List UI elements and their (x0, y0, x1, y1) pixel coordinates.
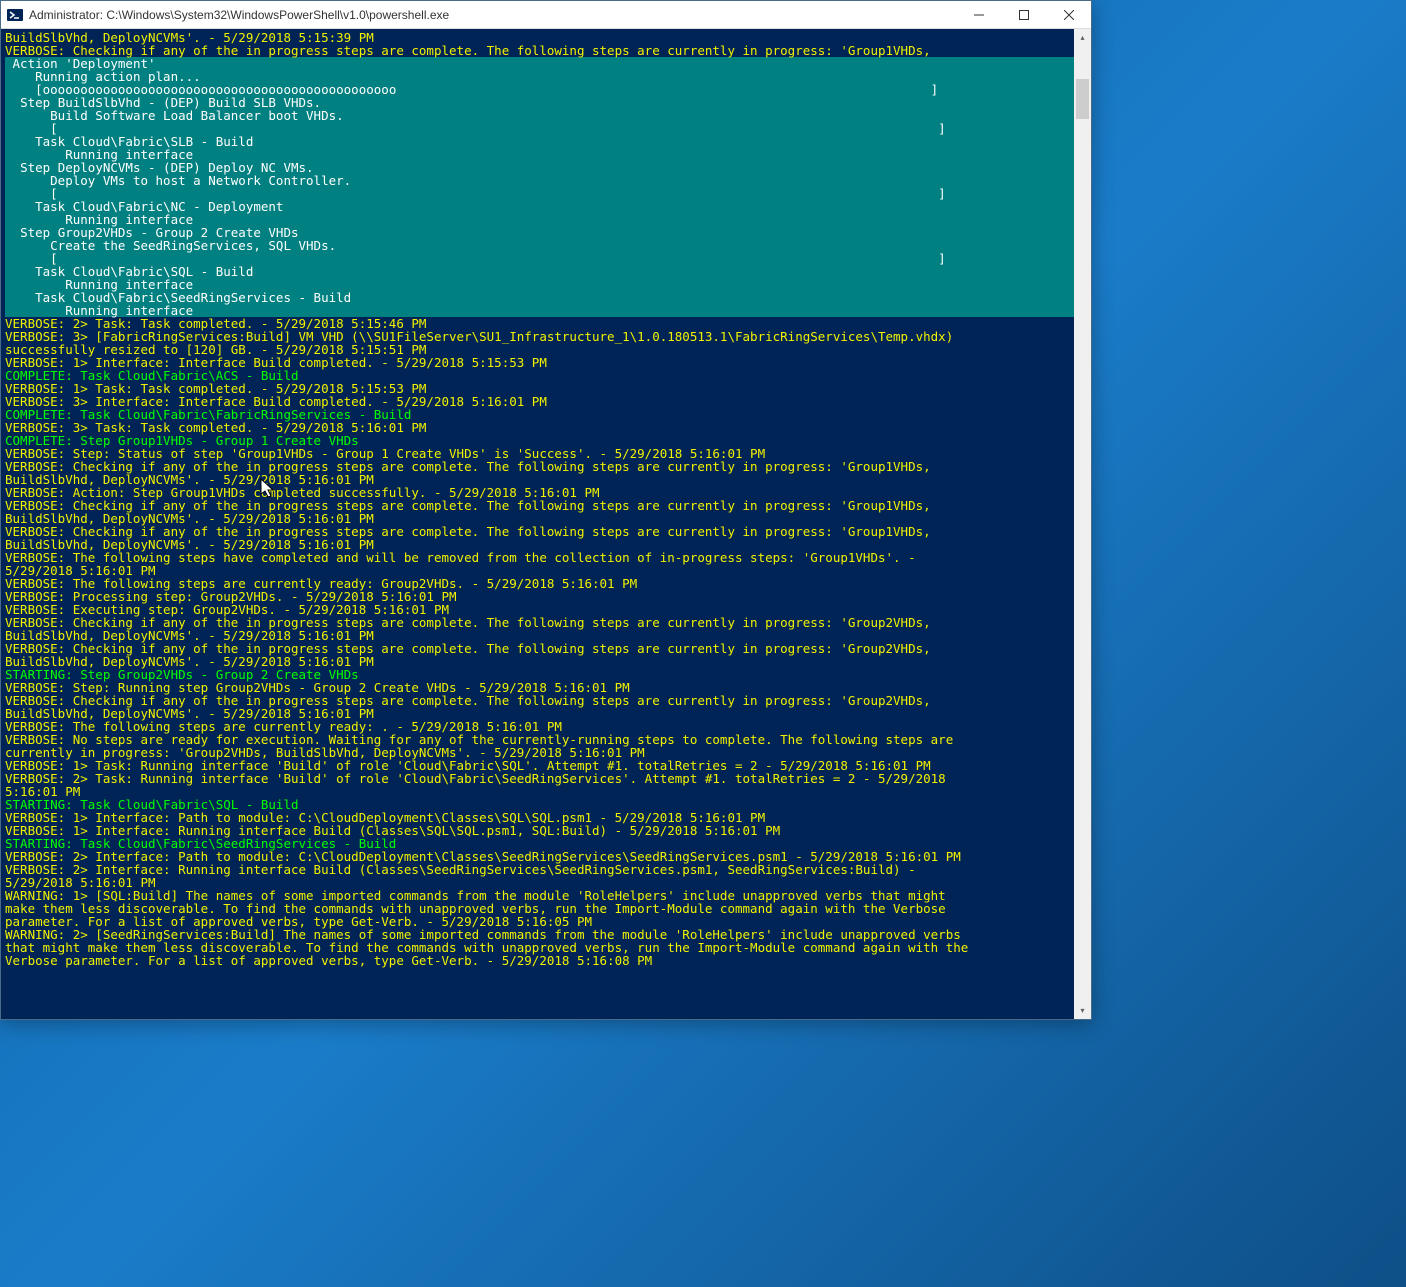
vertical-scrollbar[interactable]: ▴ ▾ (1074, 29, 1091, 1019)
chevron-down-icon: ▾ (1080, 1006, 1084, 1015)
minimize-button[interactable] (956, 1, 1001, 29)
console-area[interactable]: BuildSlbVhd, DeployNCVMs'. - 5/29/2018 5… (1, 29, 1091, 1019)
powershell-window: Administrator: C:\Windows\System32\Windo… (0, 0, 1092, 1020)
minimize-icon (974, 10, 984, 20)
console-line: VERBOSE: 2> Task: Running interface 'Bui… (5, 771, 953, 786)
console-output[interactable]: BuildSlbVhd, DeployNCVMs'. - 5/29/2018 5… (1, 29, 1074, 1019)
maximize-icon (1019, 10, 1029, 20)
titlebar[interactable]: Administrator: C:\Windows\System32\Windo… (1, 1, 1091, 29)
scroll-down-button[interactable]: ▾ (1074, 1002, 1091, 1019)
window-controls (956, 1, 1091, 29)
scroll-up-button[interactable]: ▴ (1074, 29, 1091, 46)
scroll-thumb[interactable] (1076, 79, 1089, 119)
maximize-button[interactable] (1001, 1, 1046, 29)
window-title: Administrator: C:\Windows\System32\Windo… (29, 8, 956, 22)
close-button[interactable] (1046, 1, 1091, 29)
close-icon (1064, 10, 1074, 20)
console-line: Verbose parameter. For a list of approve… (5, 953, 652, 968)
chevron-up-icon: ▴ (1080, 33, 1084, 42)
powershell-icon (7, 7, 23, 23)
